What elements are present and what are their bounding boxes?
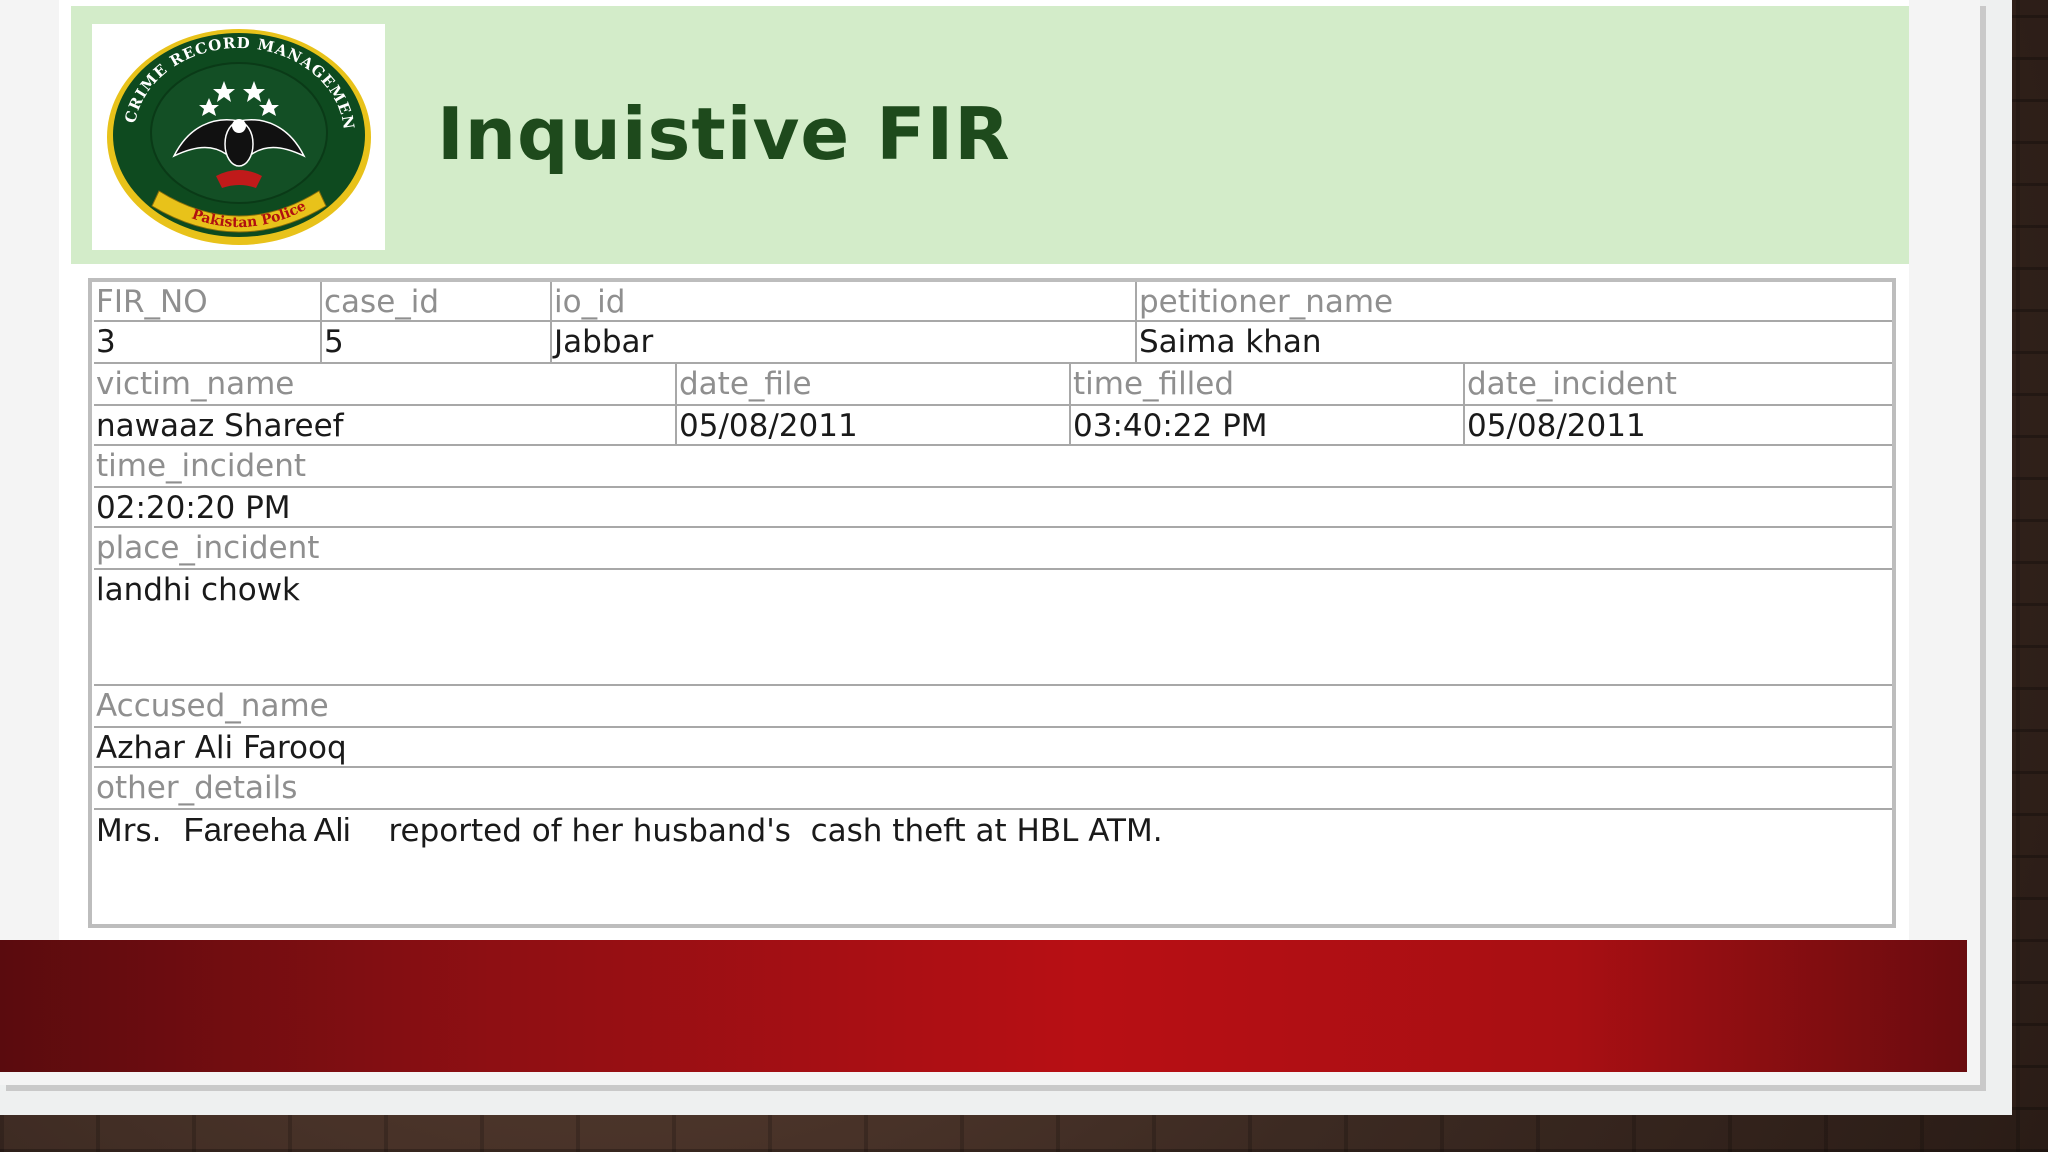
label-io-id: io_id <box>552 282 1137 320</box>
other-details-prefix: Mrs. <box>96 813 162 849</box>
label-accused-name: Accused_name <box>96 688 329 724</box>
form-row-other-details-value: Mrs. Fareeha Ali reported of her husband's… <box>94 810 1892 924</box>
label-case-id: case_id <box>322 282 552 320</box>
value-date-incident: 05/08/2011 <box>1467 408 1646 444</box>
value-accused-name: Azhar Ali Farooq <box>96 730 347 766</box>
value-time-filled: 03:40:22 PM <box>1071 406 1465 444</box>
label-time-incident: time_incident <box>96 448 307 484</box>
form-row-place-incident-value: landhi chowk <box>94 570 1892 686</box>
label-time-filled: time_filled <box>1071 364 1465 404</box>
label-date-incident: date_incident <box>1467 366 1677 402</box>
label-victim-name: victim_name <box>94 364 677 404</box>
value-date-file: 05/08/2011 <box>677 406 1071 444</box>
label-place-incident: place_incident <box>96 530 320 566</box>
form-row-1-labels: FIR_NO case_id io_id petitioner_name <box>94 282 1892 322</box>
value-io-id: Jabbar <box>552 322 1137 362</box>
other-details-name: Fareeha Ali <box>183 811 351 848</box>
form-row-time-incident-label: time_incident <box>94 446 1892 488</box>
value-other-details: Mrs. Fareeha Ali reported of her husband's… <box>94 810 1892 924</box>
form-row-place-incident-label: place_incident <box>94 528 1892 570</box>
form-row-accused-value: Azhar Ali Farooq <box>94 728 1892 768</box>
label-other-details: other_details <box>96 770 298 806</box>
form-row-1-values: 3 5 Jabbar Saima khan <box>94 322 1892 364</box>
value-place-incident: landhi chowk <box>96 572 301 608</box>
form-row-other-details-label: other_details <box>94 768 1892 810</box>
value-case-id: 5 <box>322 322 552 362</box>
value-victim-name: nawaaz Shareef <box>94 406 677 444</box>
value-fir-no: 3 <box>94 322 322 362</box>
page-title: Inquistive FIR <box>437 92 1011 176</box>
other-details-text: reported of her husband's cash theft at … <box>388 813 1163 849</box>
logo: CRIME RECORD MANAGEMENT SYSTEM Pakistan … <box>92 24 385 250</box>
value-time-incident: 02:20:20 PM <box>96 490 291 526</box>
form-row-2-labels: victim_name date_file time_filled date_i… <box>94 364 1892 406</box>
label-petitioner-name: petitioner_name <box>1139 284 1394 320</box>
form-row-accused-label: Accused_name <box>94 686 1892 728</box>
form-row-2-values: nawaaz Shareef 05/08/2011 03:40:22 PM 05… <box>94 406 1892 446</box>
label-date-file: date_file <box>677 364 1071 404</box>
footer-band <box>0 940 1967 1072</box>
value-petitioner-name: Saima khan <box>1139 324 1322 360</box>
crime-record-seal-icon: CRIME RECORD MANAGEMENT SYSTEM Pakistan … <box>104 26 371 245</box>
label-fir-no: FIR_NO <box>94 282 322 320</box>
form-row-time-incident-value: 02:20:20 PM <box>94 488 1892 528</box>
